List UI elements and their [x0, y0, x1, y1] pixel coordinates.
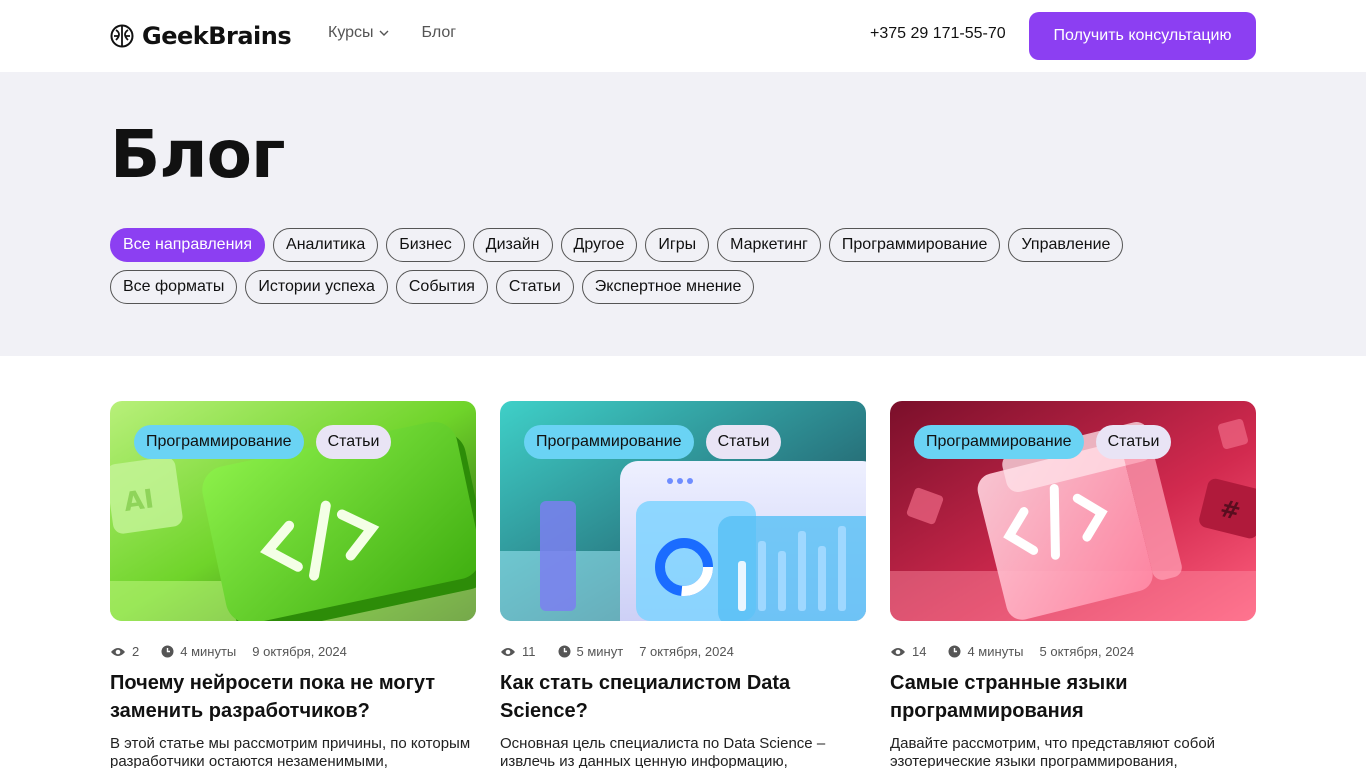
- article-card[interactable]: AI Программирование Статьи 2 4 минуты 9 …: [110, 401, 476, 768]
- eye-icon: [891, 647, 905, 656]
- filter-other[interactable]: Другое: [560, 228, 638, 262]
- main-nav: Курсы Блог: [328, 24, 456, 42]
- direction-tag[interactable]: Программирование: [134, 425, 304, 459]
- brain-logo-icon: [110, 24, 134, 48]
- clock-icon: [161, 645, 174, 658]
- site-header: GeekBrains Курсы Блог +375 29 171-55-70 …: [0, 0, 1366, 72]
- filter-business[interactable]: Бизнес: [386, 228, 465, 262]
- views-count: 2: [132, 644, 140, 659]
- direction-tag[interactable]: Программирование: [914, 425, 1084, 459]
- publish-date: 9 октября, 2024: [252, 644, 347, 659]
- clock-icon: [558, 645, 570, 658]
- logo-text: GeekBrains: [142, 22, 292, 50]
- views-count: 11: [522, 644, 536, 659]
- filter-all-directions[interactable]: Все направления: [110, 228, 266, 262]
- nav-courses[interactable]: Курсы: [328, 24, 390, 42]
- article-description: Основная цель специалиста по Data Scienc…: [500, 735, 826, 768]
- read-time: 4 минуты: [180, 644, 237, 659]
- nav-blog[interactable]: Блог: [422, 24, 457, 42]
- format-filters: Все форматы Истории успеха События Стать…: [110, 270, 755, 304]
- filter-events[interactable]: События: [395, 270, 488, 304]
- publish-date: 7 октября, 2024: [639, 644, 734, 659]
- filter-expert-opinion[interactable]: Экспертное мнение: [581, 270, 755, 304]
- nav-courses-label: Курсы: [328, 24, 374, 41]
- chevron-down-icon: [379, 30, 389, 36]
- article-title[interactable]: Как стать специалистом Data Science?: [500, 669, 866, 725]
- article-meta: 11 5 минут 7 октября, 2024: [500, 644, 734, 659]
- article-description: Давайте рассмотрим, что представляют соб…: [890, 735, 1216, 768]
- article-description: В этой статье мы рассмотрим причины, по …: [110, 735, 471, 768]
- direction-filters: Все направления Аналитика Бизнес Дизайн …: [110, 228, 1124, 262]
- format-tag[interactable]: Статьи: [705, 425, 782, 459]
- article-image[interactable]: AI Программирование Статьи: [110, 401, 476, 621]
- publish-date: 5 октября, 2024: [1039, 644, 1135, 659]
- format-tag[interactable]: Статьи: [1095, 425, 1172, 459]
- filter-articles[interactable]: Статьи: [495, 270, 574, 304]
- phone-link[interactable]: +375 29 171-55-70: [870, 25, 1006, 43]
- article-image[interactable]: Программирование Статьи: [500, 401, 866, 621]
- filter-management[interactable]: Управление: [1008, 228, 1124, 262]
- filter-programming[interactable]: Программирование: [828, 228, 1001, 262]
- direction-tag[interactable]: Программирование: [524, 425, 694, 459]
- blog-hero: Блог Все направления Аналитика Бизнес Ди…: [0, 72, 1366, 356]
- article-meta: 14 4 минуты 5 октября, 2024: [890, 644, 1134, 659]
- page-title: Блог: [110, 116, 285, 193]
- logo[interactable]: GeekBrains: [110, 22, 292, 50]
- article-title[interactable]: Самые странные языки программирования: [890, 669, 1256, 725]
- article-title[interactable]: Почему нейросети пока не могут заменить …: [110, 669, 476, 725]
- filter-success-stories[interactable]: Истории успеха: [245, 270, 388, 304]
- article-card[interactable]: Программирование Статьи 11 5 минут 7 окт…: [500, 401, 866, 768]
- article-card[interactable]: # Программирование Статьи 14 4 минуты 5 …: [890, 401, 1256, 768]
- clock-icon: [948, 645, 961, 658]
- article-meta: 2 4 минуты 9 октября, 2024: [110, 644, 347, 659]
- article-tags: Программирование Статьи: [524, 425, 782, 459]
- read-time: 5 минут: [576, 644, 624, 659]
- article-image[interactable]: # Программирование Статьи: [890, 401, 1256, 621]
- filter-design[interactable]: Дизайн: [472, 228, 553, 262]
- consultation-button[interactable]: Получить консультацию: [1029, 12, 1256, 60]
- article-tags: Программирование Статьи: [914, 425, 1172, 459]
- read-time: 4 минуты: [967, 644, 1024, 659]
- filter-all-formats[interactable]: Все форматы: [110, 270, 238, 304]
- article-tags: Программирование Статьи: [134, 425, 392, 459]
- eye-icon: [111, 647, 125, 656]
- filter-games[interactable]: Игры: [645, 228, 710, 262]
- views-count: 14: [912, 644, 927, 659]
- eye-icon: [501, 647, 515, 656]
- svg-text:AI: AI: [122, 484, 156, 518]
- nav-blog-label: Блог: [421, 24, 457, 41]
- filter-marketing[interactable]: Маркетинг: [717, 228, 821, 262]
- filter-analytics[interactable]: Аналитика: [273, 228, 379, 262]
- format-tag[interactable]: Статьи: [315, 425, 392, 459]
